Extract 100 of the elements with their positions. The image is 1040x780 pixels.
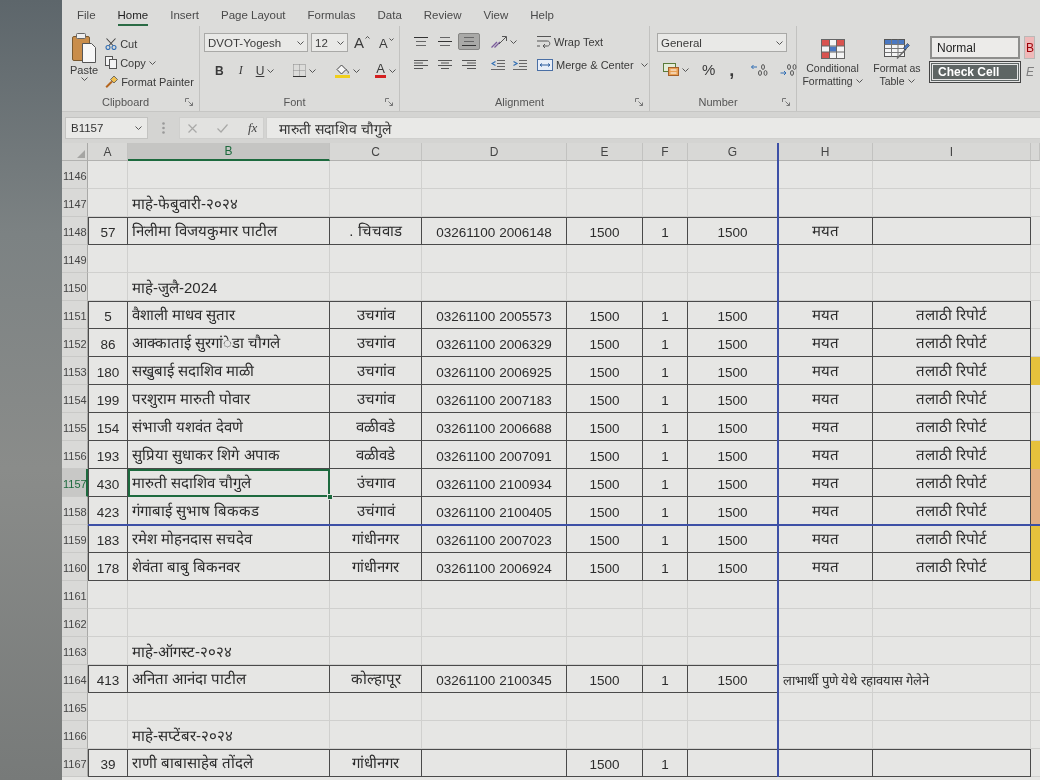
fill-handle[interactable]: [327, 494, 333, 500]
name-box[interactable]: B1157: [65, 117, 148, 139]
underline-button[interactable]: U: [252, 61, 278, 80]
column-header[interactable]: F: [643, 143, 688, 161]
wrap-text-button[interactable]: Wrap Text: [534, 33, 607, 50]
format-as-table-button[interactable]: Format as Table: [870, 36, 924, 91]
menu-tab[interactable]: Review: [423, 9, 462, 26]
menu-tab[interactable]: Insert: [170, 9, 199, 26]
table-cell: 39: [88, 749, 128, 777]
table-cell: परशुराम मारुती पोवार: [128, 385, 330, 413]
row-number[interactable]: 1163: [62, 637, 88, 665]
row-number[interactable]: 1165: [62, 693, 88, 721]
conditional-formatting-button[interactable]: Conditional Formatting: [799, 36, 866, 91]
row-number[interactable]: 1147: [62, 189, 88, 217]
style-gallery-item[interactable]: Check Cell: [930, 62, 1020, 82]
row-number[interactable]: 1156: [62, 441, 88, 469]
percent-button[interactable]: %: [698, 60, 720, 79]
font-size-dropdown[interactable]: 12: [311, 33, 348, 52]
row-number[interactable]: 1160: [62, 553, 88, 581]
row-number[interactable]: 1161: [62, 581, 88, 609]
column-header[interactable]: G: [688, 143, 778, 161]
row-number[interactable]: 1166: [62, 721, 88, 749]
menu-tab[interactable]: File: [77, 9, 96, 26]
row-number[interactable]: 1154: [62, 385, 88, 413]
caret-icon: [297, 40, 304, 45]
comma-style-button[interactable]: ,: [725, 61, 739, 78]
merge-center-button[interactable]: Merge & Center: [534, 56, 651, 73]
row-number[interactable]: 1146: [62, 161, 88, 189]
formula-input[interactable]: मारुती सदाशिव चौगुले: [266, 117, 1040, 139]
row-number[interactable]: 1148: [62, 217, 88, 245]
italic-button[interactable]: I: [233, 61, 248, 80]
table-cell: 193: [88, 441, 128, 469]
menu-tab[interactable]: Data: [377, 9, 402, 26]
launcher-icon[interactable]: [385, 98, 393, 106]
row-number[interactable]: 1151: [62, 301, 88, 329]
cut-button[interactable]: Cut: [102, 36, 141, 52]
caret-icon: [388, 38, 394, 41]
menu-tab[interactable]: Formulas: [307, 9, 356, 26]
menu-tab[interactable]: Page Layout: [221, 9, 286, 26]
highlighted-grid-icon: [820, 39, 845, 59]
table-cell: 1: [643, 665, 688, 693]
launcher-icon[interactable]: [782, 98, 790, 106]
column-header[interactable]: A: [88, 143, 128, 161]
row-number[interactable]: 1162: [62, 609, 88, 637]
table-cell: गांधीनगर: [330, 553, 422, 581]
copy-button[interactable]: Copy: [102, 54, 159, 71]
menu-tab[interactable]: View: [483, 9, 509, 26]
row-number[interactable]: 1152: [62, 329, 88, 357]
row-number[interactable]: 1167: [62, 749, 88, 777]
table-cell: 03261100 2006925: [422, 357, 567, 385]
indent-left-icon: [491, 59, 505, 70]
table-cell: 1500: [567, 749, 643, 777]
number-format-dropdown[interactable]: General: [657, 33, 787, 52]
row-number[interactable]: 1153: [62, 357, 88, 385]
table-cell: 1500: [567, 441, 643, 469]
column-header[interactable]: H: [778, 143, 873, 161]
menu-tab[interactable]: Help: [530, 9, 554, 26]
insert-function-button[interactable]: fx: [248, 120, 258, 136]
table-cell: 1: [643, 357, 688, 385]
font-color-button[interactable]: A: [372, 61, 399, 80]
table-cell: 199: [88, 385, 128, 413]
column-header[interactable]: I: [873, 143, 1031, 161]
launcher-icon[interactable]: [635, 98, 643, 106]
style-gallery-item[interactable]: B: [1024, 36, 1035, 59]
bottom-align-button[interactable]: [458, 33, 480, 50]
table-cell: 1: [643, 301, 688, 329]
table-cell: वळीवडे: [330, 441, 422, 469]
launcher-icon[interactable]: [185, 98, 193, 106]
increase-indent-button[interactable]: [510, 57, 530, 72]
column-header[interactable]: C: [330, 143, 422, 161]
decrease-indent-button[interactable]: [488, 57, 508, 72]
accounting-format-button[interactable]: [660, 61, 692, 78]
font-name-dropdown[interactable]: DVOT-Yogesh: [204, 33, 308, 52]
row-number[interactable]: 1155: [62, 413, 88, 441]
row-number[interactable]: 1159: [62, 525, 88, 553]
table-cell: सखुबाई सदाशिव माळी: [128, 357, 330, 385]
paint-bucket-icon: [335, 63, 351, 78]
row-number[interactable]: 1164: [62, 665, 88, 693]
style-gallery-item[interactable]: Normal: [930, 36, 1020, 59]
triangle-icon: [77, 150, 85, 158]
paste-button[interactable]: Paste: [66, 30, 103, 93]
row-number[interactable]: 1149: [62, 245, 88, 273]
align-left-icon: [414, 60, 428, 69]
row-number[interactable]: 1157: [62, 469, 88, 497]
caret-icon: [907, 78, 915, 83]
column-header[interactable]: D: [422, 143, 567, 161]
shrink-font-button[interactable]: A: [376, 35, 397, 52]
column-header[interactable]: B: [128, 143, 330, 161]
column-header[interactable]: E: [567, 143, 643, 161]
align-middle-icon: [438, 37, 452, 46]
row-number[interactable]: 1150: [62, 273, 88, 301]
section-heading: माहे-ऑगस्ट-२०२४: [131, 642, 233, 662]
bold-button[interactable]: B: [210, 61, 229, 80]
copy-icon: [105, 56, 118, 69]
align-center-icon: [438, 60, 452, 69]
table-cell: 03261100 2006688: [422, 413, 567, 441]
group-label: Alignment: [494, 96, 545, 108]
grow-font-button[interactable]: A: [351, 33, 373, 52]
row-number[interactable]: 1158: [62, 497, 88, 525]
format-painter-button[interactable]: Format Painter: [102, 73, 197, 90]
